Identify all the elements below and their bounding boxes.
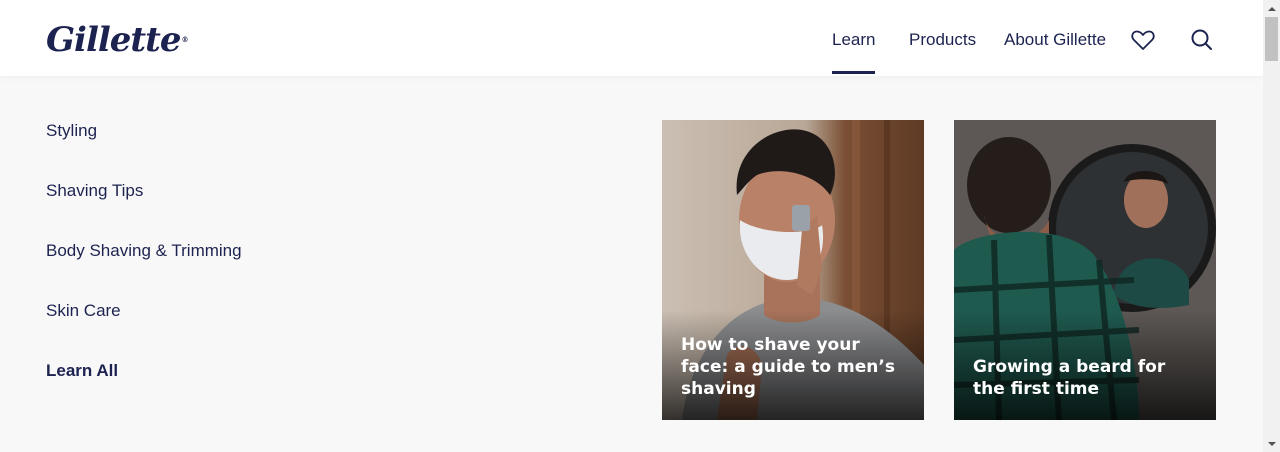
registered-mark: ®	[181, 35, 188, 44]
learn-menu: Styling Shaving Tips Body Shaving & Trim…	[46, 110, 242, 410]
nav-about-gillette[interactable]: About Gillette	[1004, 30, 1106, 50]
nav-learn[interactable]: Learn	[832, 30, 876, 74]
scroll-up-arrow-icon[interactable]	[1263, 0, 1280, 17]
page-scrollbar[interactable]	[1263, 0, 1280, 452]
card-caption: Growing a beard for the first time	[973, 357, 1166, 399]
heart-icon[interactable]	[1130, 27, 1156, 53]
menu-item-body-shaving-trimming[interactable]: Body Shaving & Trimming	[46, 230, 242, 290]
menu-item-skin-care[interactable]: Skin Care	[46, 290, 242, 350]
menu-item-learn-all[interactable]: Learn All	[46, 350, 242, 410]
menu-item-shaving-tips[interactable]: Shaving Tips	[46, 170, 242, 230]
search-icon[interactable]	[1189, 27, 1215, 53]
scroll-down-arrow-icon[interactable]	[1263, 435, 1280, 452]
logo-text: Gillette	[46, 20, 181, 60]
card-caption: How to shave your face: a guide to men’s…	[681, 335, 895, 399]
article-card-face-shave[interactable]: How to shave your face: a guide to men’s…	[662, 120, 924, 420]
nav-products[interactable]: Products	[909, 30, 976, 50]
gillette-logo[interactable]: Gillette®	[46, 20, 188, 60]
menu-item-styling[interactable]: Styling	[46, 110, 242, 170]
site-header: Gillette® Learn Products About Gillette	[0, 0, 1263, 76]
scroll-thumb[interactable]	[1265, 17, 1278, 61]
article-card-beard[interactable]: Growing a beard for the first time	[954, 120, 1216, 420]
